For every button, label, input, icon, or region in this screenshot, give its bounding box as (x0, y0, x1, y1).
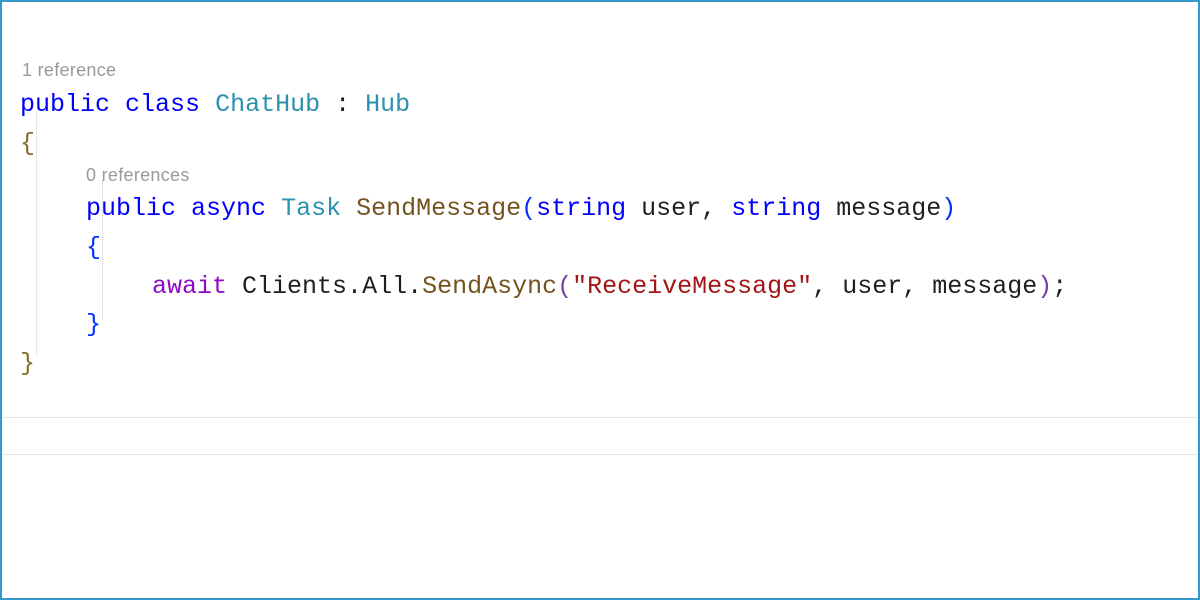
code-line-method-decl[interactable]: public async Task SendMessage(string use… (20, 190, 1198, 229)
keyword-await: await (152, 272, 227, 301)
code-line-method-open-brace[interactable]: { (20, 229, 1198, 268)
semicolon: ; (1052, 272, 1067, 301)
keyword-async: async (191, 194, 266, 223)
param-user: user (626, 194, 701, 223)
code-line-method-close-brace[interactable]: } (20, 306, 1198, 345)
open-paren: ( (521, 194, 536, 223)
comma-1: , (701, 194, 731, 223)
code-editor-content[interactable]: 1 reference public class ChatHub : Hub {0 … (2, 2, 1198, 461)
keyword-public-2: public (86, 194, 176, 223)
close-brace-class: } (20, 349, 35, 378)
arg-message: message (932, 272, 1037, 301)
all-ident: All (362, 272, 407, 301)
code-editor-frame: 1 reference public class ChatHub : Hub {0 … (0, 0, 1200, 600)
codelens-method-references[interactable]: 0 references (20, 164, 1198, 187)
open-brace-method: { (86, 233, 101, 262)
dot-2: . (407, 272, 422, 301)
sendasync-method: SendAsync (422, 272, 557, 301)
open-paren-2: ( (557, 272, 572, 301)
clients-ident: Clients (227, 272, 347, 301)
horizontal-divider-1 (2, 417, 1198, 418)
close-brace-method: } (86, 310, 101, 339)
class-name: ChatHub (215, 90, 320, 119)
horizontal-divider-2 (2, 454, 1198, 455)
base-class: Hub (365, 90, 410, 119)
keyword-class: class (125, 90, 200, 119)
dot-1: . (347, 272, 362, 301)
code-line-class-close-brace[interactable]: } (20, 345, 1198, 384)
arg-user: user (842, 272, 902, 301)
keyword-string-2: string (731, 194, 821, 223)
comma-3: , (902, 272, 932, 301)
keyword-string-1: string (536, 194, 626, 223)
close-paren-2: ) (1037, 272, 1052, 301)
colon: : (320, 90, 365, 119)
type-task: Task (281, 194, 341, 223)
code-line-class-decl[interactable]: public class ChatHub : Hub (20, 86, 1198, 125)
open-brace-class: { (20, 129, 35, 158)
method-name: SendMessage (356, 194, 521, 223)
param-message: message (821, 194, 941, 223)
codelens-class-references[interactable]: 1 reference (22, 59, 1198, 82)
keyword-public: public (20, 90, 110, 119)
string-literal: "ReceiveMessage" (572, 272, 812, 301)
code-line-await[interactable]: await Clients.All.SendAsync("ReceiveMess… (20, 268, 1198, 307)
code-line-open-brace[interactable]: { (20, 125, 1198, 164)
close-paren: ) (941, 194, 956, 223)
comma-2: , (812, 272, 842, 301)
